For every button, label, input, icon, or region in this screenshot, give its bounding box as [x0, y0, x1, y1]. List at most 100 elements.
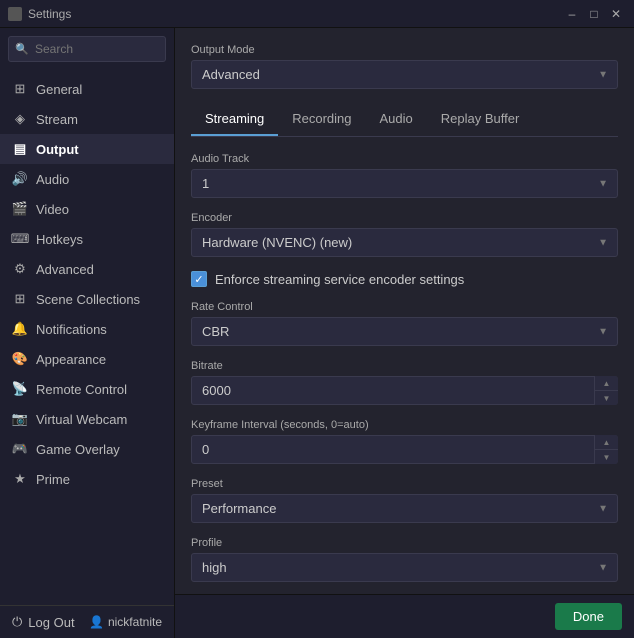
- maximize-button[interactable]: □: [584, 4, 604, 24]
- sidebar-item-hotkeys[interactable]: ⌨ Hotkeys: [0, 224, 174, 254]
- sidebar-footer: ⏻ Log Out 👤 nickfatnite: [0, 605, 174, 638]
- sidebar-item-label: Prime: [36, 472, 70, 487]
- tab-streaming[interactable]: Streaming: [191, 103, 278, 136]
- remote-control-icon: 📡: [12, 381, 28, 397]
- stream-icon: ◈: [12, 111, 28, 127]
- tab-replay-buffer[interactable]: Replay Buffer: [427, 103, 534, 136]
- bitrate-down-button[interactable]: ▼: [595, 391, 618, 405]
- preset-label: Preset: [191, 478, 618, 490]
- enforce-checkbox-row[interactable]: ✓ Enforce streaming service encoder sett…: [191, 271, 618, 287]
- output-mode-label: Output Mode: [191, 44, 618, 56]
- profile-select[interactable]: high main baseline auto: [191, 553, 618, 582]
- logout-button[interactable]: ⏻ Log Out: [12, 614, 75, 630]
- keyframe-down-button[interactable]: ▼: [595, 450, 618, 464]
- sidebar-item-label: Advanced: [36, 262, 94, 277]
- sidebar: 🔍 ⊞ General ◈ Stream ▤ Output 🔊 Audio: [0, 28, 175, 638]
- minimize-button[interactable]: –: [562, 4, 582, 24]
- sidebar-item-stream[interactable]: ◈ Stream: [0, 104, 174, 134]
- tabs: Streaming Recording Audio Replay Buffer: [191, 103, 618, 137]
- video-icon: 🎬: [12, 201, 28, 217]
- audio-track-select-wrap[interactable]: 1 2 3 4 5 6 ▼: [191, 169, 618, 198]
- encoder-label: Encoder: [191, 212, 618, 224]
- sidebar-item-output[interactable]: ▤ Output: [0, 134, 174, 164]
- encoder-select-wrap[interactable]: Hardware (NVENC) (new) Software (x264) ▼: [191, 228, 618, 257]
- search-box[interactable]: 🔍: [8, 36, 166, 62]
- sidebar-item-notifications[interactable]: 🔔 Notifications: [0, 314, 174, 344]
- user-icon: 👤: [89, 615, 104, 629]
- audio-track-select[interactable]: 1 2 3 4 5 6: [191, 169, 618, 198]
- footer-bar: Done: [175, 594, 634, 638]
- app-icon: [8, 7, 22, 21]
- prime-icon: ★: [12, 471, 28, 487]
- audio-track-label: Audio Track: [191, 153, 618, 165]
- sidebar-item-label: General: [36, 82, 82, 97]
- sidebar-item-label: Appearance: [36, 352, 106, 367]
- audio-icon: 🔊: [12, 171, 28, 187]
- sidebar-item-general[interactable]: ⊞ General: [0, 74, 174, 104]
- preset-select[interactable]: Max Quality Quality Balanced Performance…: [191, 494, 618, 523]
- titlebar-controls[interactable]: – □ ✕: [562, 4, 626, 24]
- sidebar-item-label: Output: [36, 142, 79, 157]
- sidebar-item-remote-control[interactable]: 📡 Remote Control: [0, 374, 174, 404]
- sidebar-item-label: Scene Collections: [36, 292, 140, 307]
- keyframe-spinners: ▲ ▼: [594, 435, 618, 464]
- sidebar-item-audio[interactable]: 🔊 Audio: [0, 164, 174, 194]
- close-button[interactable]: ✕: [606, 4, 626, 24]
- keyframe-input[interactable]: [191, 435, 618, 464]
- bitrate-spinners: ▲ ▼: [594, 376, 618, 405]
- keyframe-input-wrap[interactable]: ▲ ▼: [191, 435, 618, 464]
- notifications-icon: 🔔: [12, 321, 28, 337]
- bitrate-label: Bitrate: [191, 360, 618, 372]
- output-mode-select[interactable]: Advanced Simple: [191, 60, 618, 89]
- profile-label: Profile: [191, 537, 618, 549]
- main-layout: 🔍 ⊞ General ◈ Stream ▤ Output 🔊 Audio: [0, 28, 634, 638]
- rate-control-select-wrap[interactable]: CBR VBR CQP lossless ▼: [191, 317, 618, 346]
- rate-control-select[interactable]: CBR VBR CQP lossless: [191, 317, 618, 346]
- sidebar-item-video[interactable]: 🎬 Video: [0, 194, 174, 224]
- username-area: 👤 nickfatnite: [89, 615, 162, 629]
- bitrate-input-wrap[interactable]: ▲ ▼: [191, 376, 618, 405]
- username-label: nickfatnite: [108, 615, 162, 629]
- sidebar-item-label: Notifications: [36, 322, 107, 337]
- sidebar-item-label: Game Overlay: [36, 442, 120, 457]
- sidebar-item-prime[interactable]: ★ Prime: [0, 464, 174, 494]
- sidebar-item-label: Video: [36, 202, 69, 217]
- sidebar-item-advanced[interactable]: ⚙ Advanced: [0, 254, 174, 284]
- virtual-webcam-icon: 📷: [12, 411, 28, 427]
- sidebar-nav: ⊞ General ◈ Stream ▤ Output 🔊 Audio 🎬 Vi…: [0, 70, 174, 605]
- keyframe-up-button[interactable]: ▲: [595, 435, 618, 450]
- scene-collections-icon: ⊞: [12, 291, 28, 307]
- keyframe-label: Keyframe Interval (seconds, 0=auto): [191, 419, 618, 431]
- content-area: Output Mode Advanced Simple ▼ Streaming …: [175, 28, 634, 638]
- rate-control-label: Rate Control: [191, 301, 618, 313]
- logout-icon: ⏻: [12, 614, 22, 630]
- preset-select-wrap[interactable]: Max Quality Quality Balanced Performance…: [191, 494, 618, 523]
- hotkeys-icon: ⌨: [12, 231, 28, 247]
- bitrate-input[interactable]: [191, 376, 618, 405]
- sidebar-item-scene-collections[interactable]: ⊞ Scene Collections: [0, 284, 174, 314]
- sidebar-item-game-overlay[interactable]: 🎮 Game Overlay: [0, 434, 174, 464]
- titlebar-left: Settings: [8, 7, 71, 21]
- bitrate-up-button[interactable]: ▲: [595, 376, 618, 391]
- sidebar-item-appearance[interactable]: 🎨 Appearance: [0, 344, 174, 374]
- search-input[interactable]: [8, 36, 166, 62]
- search-icon: 🔍: [15, 43, 29, 56]
- sidebar-item-virtual-webcam[interactable]: 📷 Virtual Webcam: [0, 404, 174, 434]
- game-overlay-icon: 🎮: [12, 441, 28, 457]
- tab-recording[interactable]: Recording: [278, 103, 365, 136]
- logout-label: Log Out: [28, 615, 74, 630]
- content-inner: Output Mode Advanced Simple ▼ Streaming …: [191, 44, 618, 638]
- sidebar-item-label: Audio: [36, 172, 69, 187]
- profile-select-wrap[interactable]: high main baseline auto ▼: [191, 553, 618, 582]
- encoder-select[interactable]: Hardware (NVENC) (new) Software (x264): [191, 228, 618, 257]
- sidebar-item-label: Remote Control: [36, 382, 127, 397]
- titlebar-title: Settings: [28, 7, 71, 21]
- enforce-checkbox[interactable]: ✓: [191, 271, 207, 287]
- done-button[interactable]: Done: [555, 603, 622, 630]
- sidebar-item-label: Stream: [36, 112, 78, 127]
- titlebar: Settings – □ ✕: [0, 0, 634, 28]
- tab-audio[interactable]: Audio: [366, 103, 427, 136]
- output-mode-select-wrap[interactable]: Advanced Simple ▼: [191, 60, 618, 89]
- sidebar-item-label: Virtual Webcam: [36, 412, 127, 427]
- general-icon: ⊞: [12, 81, 28, 97]
